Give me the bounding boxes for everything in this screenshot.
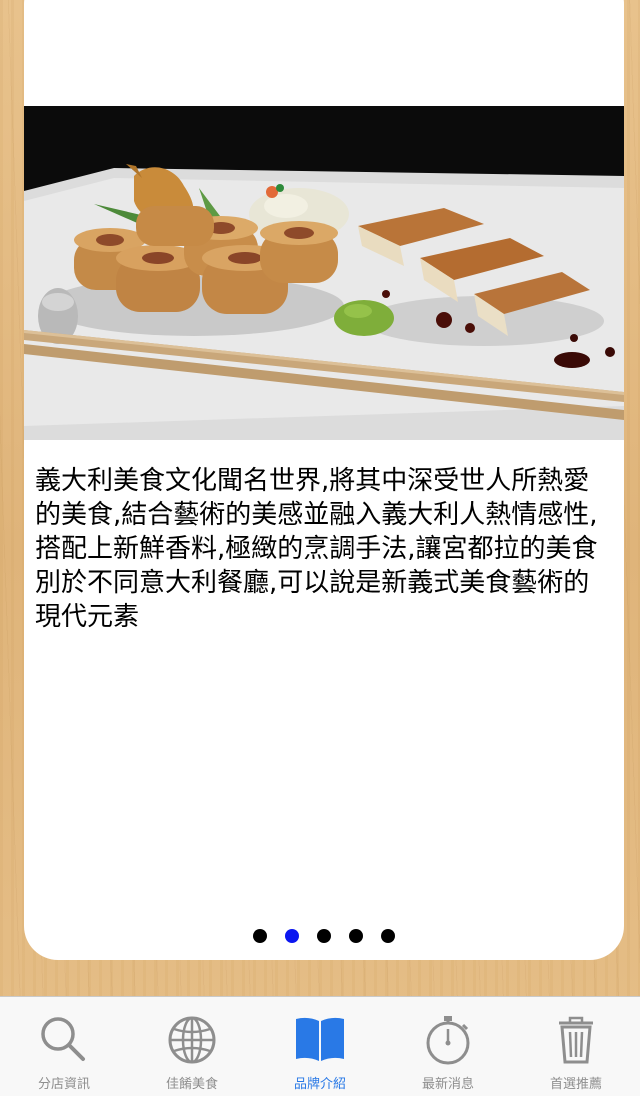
description-text: 義大利美食文化聞名世界,將其中深受世人所熱愛的美食,結合藝術的美感並融入義大利人… [35,466,598,632]
open-book-icon [296,1017,344,1061]
tab-branch-info[interactable]: 分店資訊 [0,997,128,1096]
page-dot-2[interactable] [285,929,299,943]
food-photo [24,106,624,440]
page-dot-5[interactable] [381,929,395,943]
tab-bar: 分店資訊 佳餚美食 品牌介紹 最新消息 首選推薦 [0,996,640,1096]
content-card: 義大利美食文化聞名世界,將其中深受世人所熱愛的美食,結合藝術的美感並融入義大利人… [24,0,624,960]
tab-label: 首選推薦 [549,1077,602,1092]
tab-brand-intro[interactable]: 品牌介紹 [256,997,384,1096]
tab-label: 最新消息 [421,1077,474,1092]
stopwatch-icon [426,1016,470,1065]
page-dot-1[interactable] [253,929,267,943]
trash-icon [559,1016,593,1064]
tab-label: 分店資訊 [37,1077,90,1092]
globe-icon [168,1016,216,1064]
tab-latest-news[interactable]: 最新消息 [384,997,512,1096]
page-indicator[interactable] [24,929,624,945]
tab-top-picks[interactable]: 首選推薦 [512,997,640,1096]
tab-label: 佳餚美食 [165,1077,218,1092]
page-dot-4[interactable] [349,929,363,943]
tab-featured-dishes[interactable]: 佳餚美食 [128,997,256,1096]
tab-label: 品牌介紹 [293,1077,346,1092]
search-icon [41,1017,85,1061]
page-dot-3[interactable] [317,929,331,943]
